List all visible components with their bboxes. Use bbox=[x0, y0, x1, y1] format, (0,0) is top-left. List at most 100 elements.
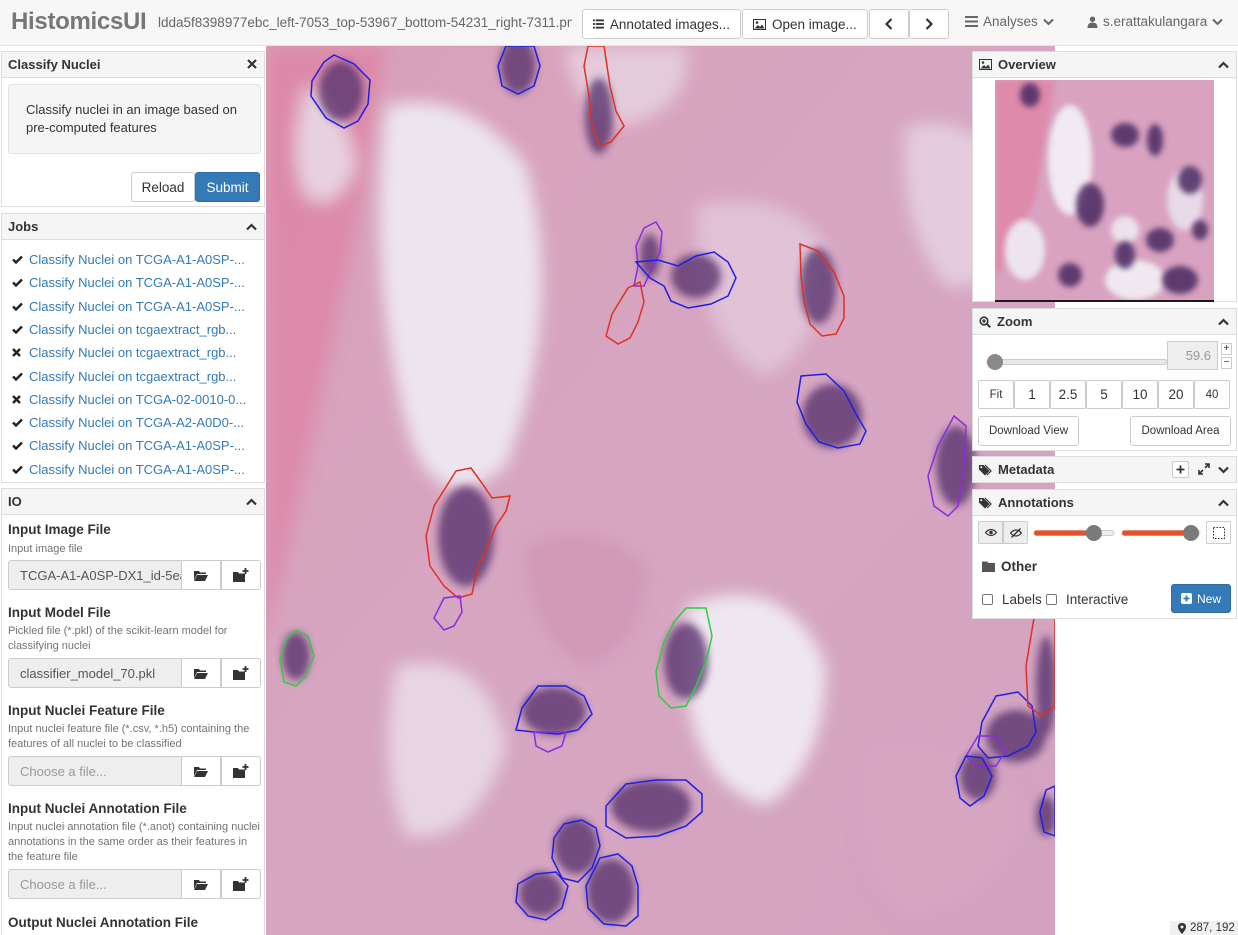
chevron-up-icon[interactable] bbox=[246, 223, 257, 231]
new-annotation-button[interactable]: New bbox=[1171, 584, 1231, 613]
job-link[interactable]: Classify Nuclei on TCGA-A1-A0SP-... bbox=[29, 299, 245, 314]
input-feature-field[interactable]: Choose a file... bbox=[8, 756, 182, 786]
interactive-checkbox-box[interactable] bbox=[1046, 594, 1057, 605]
slide-image[interactable] bbox=[266, 46, 1055, 935]
input-image-field[interactable]: TCGA-A1-A0SP-DX1_id-5ea bbox=[8, 560, 182, 590]
browse-input-image-button[interactable] bbox=[181, 560, 221, 590]
job-link[interactable]: Classify Nuclei on TCGA-A1-A0SP-... bbox=[29, 275, 245, 290]
browse-input-model-button[interactable] bbox=[181, 658, 221, 688]
job-link[interactable]: Classify Nuclei on TCGA-A1-A0SP-... bbox=[29, 438, 245, 453]
interactive-checkbox[interactable]: Interactive bbox=[1046, 592, 1128, 607]
job-link[interactable]: Classify Nuclei on tcgaextract_rgb... bbox=[29, 369, 236, 384]
job-list-item[interactable]: Classify Nuclei on TCGA-A1-A0SP-... bbox=[12, 438, 245, 453]
list-icon bbox=[593, 19, 604, 29]
folder-icon bbox=[982, 561, 995, 572]
upload-input-feature-button[interactable] bbox=[221, 756, 261, 786]
overview-panel-header[interactable]: Overview bbox=[973, 52, 1236, 78]
zoom-40-button[interactable]: 40 bbox=[1194, 380, 1230, 409]
annotations-panel-header[interactable]: Annotations bbox=[973, 490, 1236, 516]
zoom-decrement-button[interactable]: − bbox=[1221, 357, 1232, 369]
chevron-up-icon[interactable] bbox=[1218, 499, 1229, 507]
annotation-opacity-slider[interactable] bbox=[1033, 523, 1115, 543]
annotated-images-button[interactable]: Annotated images... bbox=[582, 9, 741, 39]
image-viewer[interactable] bbox=[266, 46, 1055, 935]
jobs-panel-header[interactable]: Jobs bbox=[2, 214, 264, 240]
labels-checkbox-box[interactable] bbox=[982, 594, 993, 605]
annotation-fill-opacity-thumb[interactable] bbox=[1183, 525, 1199, 541]
selection-box-icon bbox=[1212, 526, 1225, 539]
job-list-item[interactable]: Classify Nuclei on TCGA-A1-A0SP-... bbox=[12, 299, 245, 314]
expand-icon[interactable] bbox=[1198, 463, 1210, 475]
add-metadata-button[interactable] bbox=[1172, 461, 1189, 478]
hide-all-annotations-button[interactable] bbox=[1003, 521, 1028, 544]
zoom-value-input[interactable]: 59.6 bbox=[1167, 341, 1218, 370]
folder-open-icon bbox=[194, 879, 208, 890]
job-list-item[interactable]: Classify Nuclei on TCGA-A1-A0SP-... bbox=[12, 275, 245, 290]
user-menu[interactable]: s.erattakulangara bbox=[1082, 14, 1228, 29]
show-all-annotations-button[interactable] bbox=[978, 521, 1003, 544]
annotations-panel-title: Annotations bbox=[998, 495, 1074, 510]
metadata-panel-title: Metadata bbox=[998, 462, 1055, 477]
zoom-slider-thumb[interactable] bbox=[987, 354, 1003, 370]
tags-icon bbox=[979, 497, 992, 508]
zoom-slider[interactable] bbox=[986, 353, 1168, 371]
brand-logo[interactable]: HistomicsUI bbox=[11, 8, 147, 36]
submit-button[interactable]: Submit bbox=[195, 172, 260, 202]
zoom-5-button[interactable]: 5 bbox=[1086, 380, 1122, 409]
annotation-fill-opacity-slider[interactable] bbox=[1121, 523, 1201, 543]
open-image-button[interactable]: Open image... bbox=[742, 9, 868, 39]
previous-image-button[interactable] bbox=[869, 9, 909, 39]
job-list-item[interactable]: Classify Nuclei on tcgaextract_rgb... bbox=[12, 345, 236, 360]
overview-thumbnail[interactable] bbox=[995, 80, 1214, 301]
analyses-menu[interactable]: Analyses bbox=[960, 14, 1059, 29]
next-image-button[interactable] bbox=[909, 9, 949, 39]
zoom-increment-button[interactable]: + bbox=[1221, 343, 1232, 355]
input-feature-label: Input Nuclei Feature File bbox=[8, 703, 165, 718]
annotation-group-label: Other bbox=[1001, 559, 1038, 574]
select-annotations-button[interactable] bbox=[1206, 521, 1231, 544]
job-link[interactable]: Classify Nuclei on TCGA-A1-A0SP-... bbox=[29, 462, 245, 477]
job-link[interactable]: Classify Nuclei on tcgaextract_rgb... bbox=[29, 345, 236, 360]
input-annotation-field[interactable]: Choose a file... bbox=[8, 869, 182, 899]
upload-input-model-button[interactable] bbox=[221, 658, 261, 688]
zoom-fit-button[interactable]: Fit bbox=[978, 380, 1014, 409]
chevron-up-icon[interactable] bbox=[1218, 61, 1229, 69]
job-link[interactable]: Classify Nuclei on TCGA-02-0010-0... bbox=[29, 392, 246, 407]
open-image-label: Open image... bbox=[772, 16, 857, 32]
check-icon bbox=[12, 418, 23, 428]
chevron-up-icon[interactable] bbox=[1218, 318, 1229, 326]
browse-input-annotation-button[interactable] bbox=[181, 869, 221, 899]
user-icon bbox=[1087, 16, 1098, 28]
metadata-panel-header[interactable]: Metadata bbox=[973, 457, 1236, 482]
job-list-item[interactable]: Classify Nuclei on TCGA-A1-A0SP-... bbox=[12, 462, 245, 477]
io-panel-header[interactable]: IO bbox=[2, 489, 264, 515]
zoom-panel-header[interactable]: Zoom bbox=[973, 309, 1236, 335]
browse-input-feature-button[interactable] bbox=[181, 756, 221, 786]
job-link[interactable]: Classify Nuclei on TCGA-A2-A0D0-... bbox=[29, 415, 244, 430]
chevron-up-icon[interactable] bbox=[246, 498, 257, 506]
zoom-1-button[interactable]: 1 bbox=[1014, 380, 1050, 409]
zoom-2.5-button[interactable]: 2.5 bbox=[1050, 380, 1086, 409]
close-icon[interactable] bbox=[247, 59, 257, 69]
download-view-button[interactable]: Download View bbox=[978, 416, 1079, 446]
reload-button[interactable]: Reload bbox=[131, 172, 195, 202]
upload-input-annotation-button[interactable] bbox=[221, 869, 261, 899]
job-link[interactable]: Classify Nuclei on TCGA-A1-A0SP-... bbox=[29, 252, 245, 267]
zoom-20-button[interactable]: 20 bbox=[1158, 380, 1194, 409]
job-list-item[interactable]: Classify Nuclei on TCGA-A2-A0D0-... bbox=[12, 415, 244, 430]
input-model-field[interactable]: classifier_model_70.pkl bbox=[8, 658, 182, 688]
classify-description: Classify nuclei in an image based on pre… bbox=[8, 84, 261, 154]
annotation-group-other[interactable]: Other bbox=[982, 559, 1037, 574]
job-list-item[interactable]: Classify Nuclei on TCGA-02-0010-0... bbox=[12, 392, 246, 407]
job-list-item[interactable]: Classify Nuclei on tcgaextract_rgb... bbox=[12, 369, 236, 384]
annotation-opacity-thumb[interactable] bbox=[1085, 525, 1102, 541]
chevron-down-icon[interactable] bbox=[1218, 466, 1229, 474]
labels-checkbox[interactable]: Labels bbox=[982, 592, 1042, 607]
job-link[interactable]: Classify Nuclei on tcgaextract_rgb... bbox=[29, 322, 236, 337]
job-list-item[interactable]: Classify Nuclei on tcgaextract_rgb... bbox=[12, 322, 236, 337]
upload-input-image-button[interactable] bbox=[221, 560, 261, 590]
plus-square-icon bbox=[1180, 593, 1192, 604]
job-list-item[interactable]: Classify Nuclei on TCGA-A1-A0SP-... bbox=[12, 252, 245, 267]
zoom-10-button[interactable]: 10 bbox=[1122, 380, 1158, 409]
download-area-button[interactable]: Download Area bbox=[1130, 416, 1231, 446]
